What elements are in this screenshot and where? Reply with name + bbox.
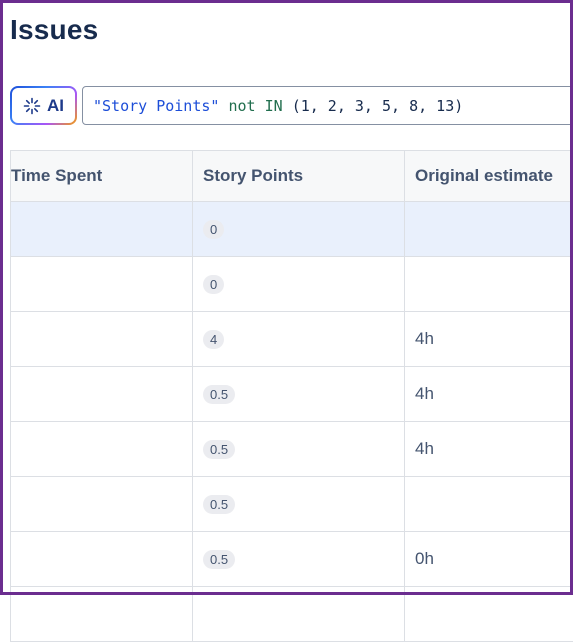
page-title: Issues [10,14,99,45]
story-points-cell[interactable]: 0.5 [193,367,405,421]
original-estimate-cell[interactable]: 4h [405,312,573,366]
story-points-cell[interactable]: 0 [193,202,405,256]
original-estimate-cell[interactable] [405,257,573,311]
story-points-badge: 0.5 [203,384,236,404]
story-points-badge: 0.5 [203,494,236,514]
time-spent-cell [11,532,193,586]
query-operator: not IN [228,96,283,115]
ai-button[interactable]: AI [10,86,77,125]
story-points-cell[interactable]: 0.5 [193,532,405,586]
table-row[interactable]: 0.5 0h [11,532,573,587]
table-row[interactable]: 0.5 4h [11,367,573,422]
jql-query-input[interactable]: "Story Points" not IN (1, 2, 3, 5, 8, 13… [82,86,573,125]
column-header-time-spent[interactable]: Time Spent [11,151,193,201]
time-spent-cell [11,312,193,366]
time-spent-cell [11,587,193,641]
story-points-cell[interactable]: 4 [193,312,405,366]
query-values: (1, 2, 3, 5, 8, 13) [291,96,464,115]
time-spent-cell [11,202,193,256]
table-row[interactable]: 4 4h [11,312,573,367]
time-spent-cell [11,257,193,311]
table-row[interactable]: 0.5 [11,477,573,532]
table-row[interactable]: 0 [11,257,573,312]
ai-button-label: AI [47,95,64,115]
story-points-cell[interactable] [193,587,405,641]
ai-button-content: AI [12,88,75,123]
original-estimate-cell[interactable]: 4h [405,367,573,421]
original-estimate-cell[interactable] [405,587,573,641]
story-points-badge: 0.5 [203,439,236,459]
original-estimate-cell[interactable]: 4h [405,422,573,476]
table-row[interactable]: 0.5 4h [11,422,573,477]
sparkle-icon [23,97,41,114]
story-points-badge: 0 [203,219,225,239]
story-points-badge: 0.5 [203,549,236,569]
story-points-cell[interactable]: 0 [193,257,405,311]
original-estimate-cell[interactable] [405,477,573,531]
story-points-cell[interactable]: 0.5 [193,422,405,476]
story-points-cell[interactable]: 0.5 [193,477,405,531]
time-spent-cell [11,477,193,531]
table-row[interactable] [11,587,573,642]
story-points-badge: 0 [203,274,225,294]
time-spent-cell [11,422,193,476]
column-header-story-points[interactable]: Story Points [193,151,405,201]
time-spent-cell [11,367,193,421]
query-field: "Story Points" [93,96,220,115]
original-estimate-cell[interactable] [405,202,573,256]
story-points-badge: 4 [203,329,225,349]
column-header-original-estimate[interactable]: Original estimate [405,151,573,201]
table-header: Time Spent Story Points Original estimat… [11,151,573,202]
original-estimate-cell[interactable]: 0h [405,532,573,586]
table-row[interactable]: 0 [11,202,573,257]
issues-table: Time Spent Story Points Original estimat… [10,150,573,642]
